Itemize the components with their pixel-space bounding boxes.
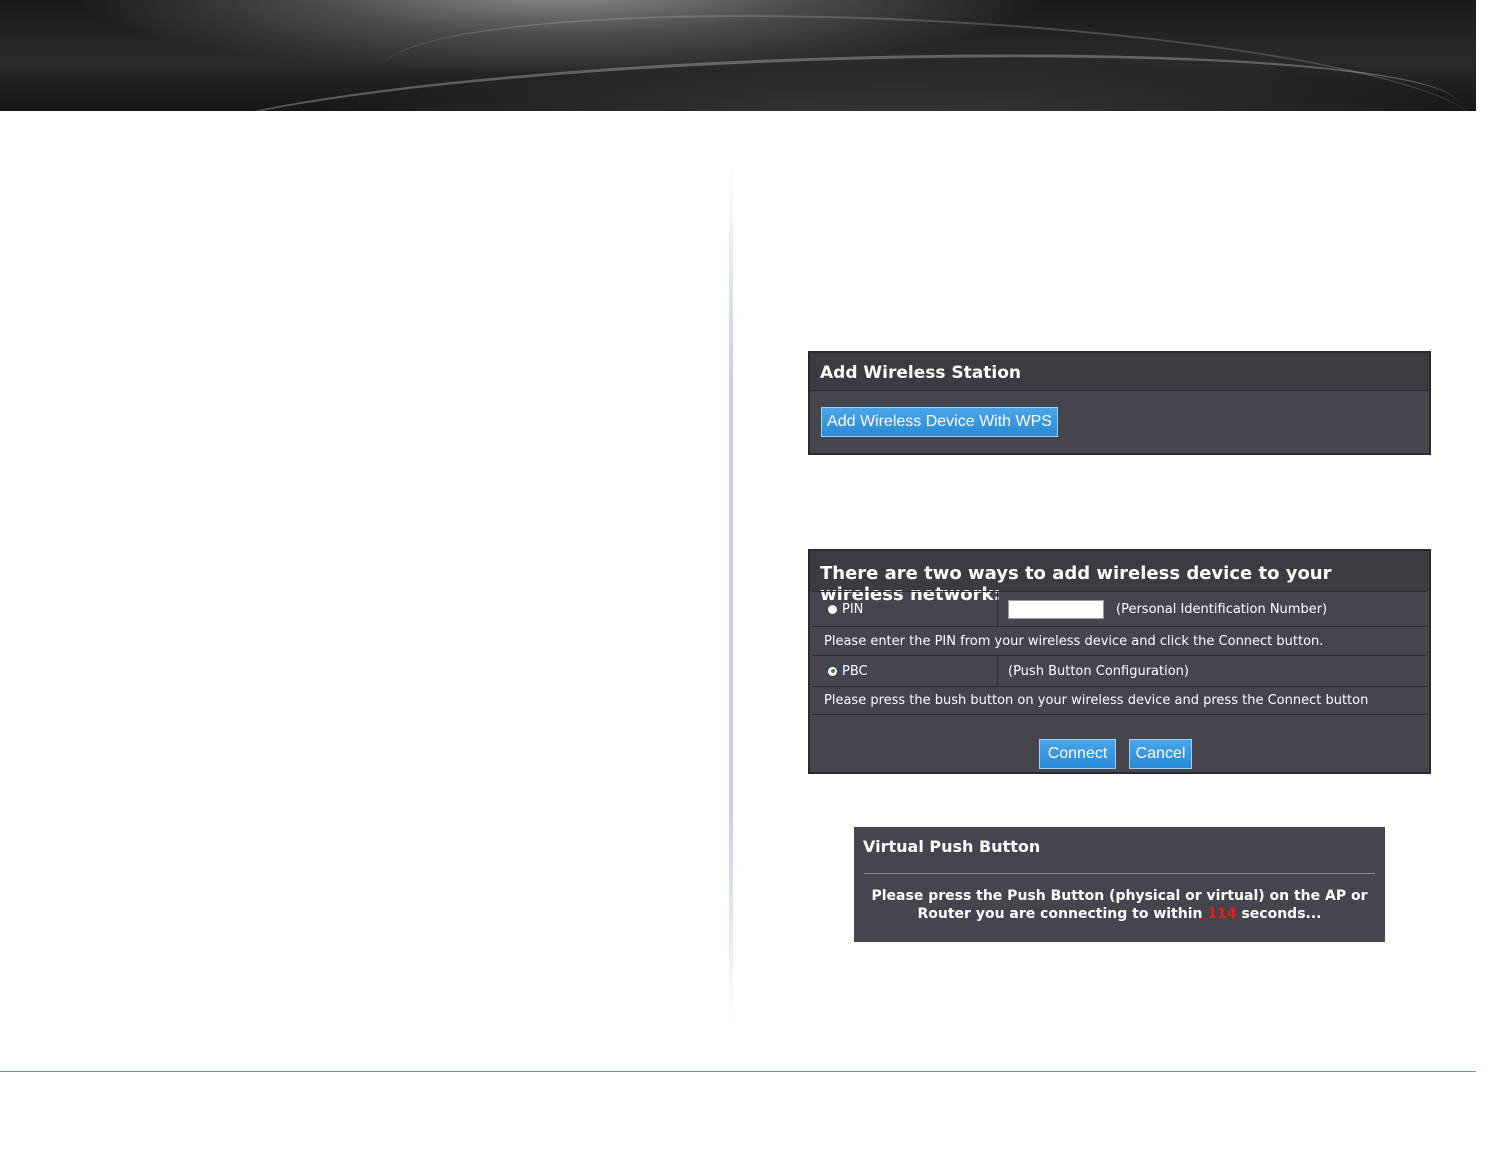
countdown-seconds: 114 [1207, 906, 1237, 922]
pbc-description-cell: (Push Button Configuration) [998, 656, 1427, 686]
banner-swoosh [376, 0, 1476, 111]
add-wireless-station-panel: Add Wireless Station Add Wireless Device… [808, 351, 1431, 455]
pbc-description: (Push Button Configuration) [1008, 663, 1189, 679]
manual-page: Add Wireless Station Add Wireless Device… [0, 0, 1505, 1166]
header-banner [0, 0, 1476, 111]
pin-label: PIN [842, 601, 864, 617]
pin-row: PIN (Personal Identification Number) [812, 591, 1427, 626]
message-prefix: Router you are connecting to within [917, 906, 1203, 922]
pbc-row: PBC (Push Button Configuration) [812, 655, 1427, 686]
add-wireless-device-wps-button[interactable]: Add Wireless Device With WPS [821, 407, 1058, 437]
pin-description: (Personal Identification Number) [1116, 601, 1328, 617]
virtual-push-button-title: Virtual Push Button [863, 837, 1041, 856]
pbc-note-row: Please press the bush button on your wir… [812, 686, 1427, 715]
footer-divider [0, 1071, 1476, 1072]
push-button-message-line1: Please press the Push Button (physical o… [871, 888, 1368, 904]
pin-input[interactable] [1008, 599, 1104, 619]
wps-methods-title: There are two ways to add wireless devic… [810, 551, 1429, 605]
push-button-message-line2: Router you are connecting to within 114 … [864, 905, 1375, 923]
push-button-message: Please press the Push Button (physical o… [864, 887, 1375, 923]
connect-button[interactable]: Connect [1039, 739, 1116, 769]
pbc-option[interactable]: PBC [812, 656, 998, 686]
wps-methods-panel: There are two ways to add wireless devic… [808, 549, 1431, 774]
pin-note-row: Please enter the PIN from your wireless … [812, 626, 1427, 655]
pin-radio-icon[interactable] [828, 604, 837, 614]
pin-input-cell: (Personal Identification Number) [998, 592, 1427, 626]
pbc-note: Please press the bush button on your wir… [824, 693, 1369, 708]
virtual-push-button-panel: Virtual Push Button Please press the Pus… [854, 827, 1385, 942]
pin-option[interactable]: PIN [812, 592, 998, 626]
cancel-button[interactable]: Cancel [1129, 739, 1192, 769]
pin-note: Please enter the PIN from your wireless … [824, 633, 1324, 649]
column-divider [729, 165, 733, 1025]
divider [864, 873, 1375, 874]
pbc-radio-icon[interactable] [828, 666, 837, 676]
message-suffix: seconds... [1241, 906, 1322, 922]
pbc-label: PBC [842, 663, 868, 679]
add-wireless-station-title: Add Wireless Station [810, 353, 1429, 391]
